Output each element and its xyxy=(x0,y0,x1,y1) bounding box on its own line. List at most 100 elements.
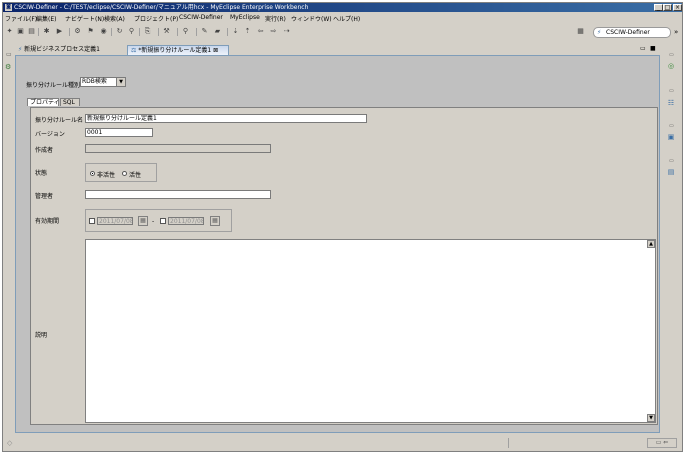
status-inactive-radio[interactable] xyxy=(90,171,95,176)
left-trim: ▭ ⚙ xyxy=(3,43,15,435)
debug-icon[interactable]: ✱ xyxy=(42,27,51,36)
rule-icon: ⚖ xyxy=(131,47,137,54)
menu-file[interactable]: ファイル(F) xyxy=(5,14,37,23)
window-title: CSCIW-Definer - C:/TEST/eclipse/CSCIW-De… xyxy=(14,4,309,11)
date-separator: - xyxy=(152,218,155,225)
properties-icon[interactable]: ▤ xyxy=(666,167,676,177)
rule-name-input[interactable]: 新規振り分けルール定義1 xyxy=(85,114,367,123)
menu-cscw-definer[interactable]: CSCIW-Definer xyxy=(179,14,223,21)
browser-icon[interactable]: ◉ xyxy=(99,27,108,36)
hierarchy-icon[interactable]: ☷ xyxy=(666,98,676,108)
deploy-icon[interactable]: ⚙ xyxy=(73,27,82,36)
right-trim: ▭ ◎ ▭ ☷ ▭ ▣ ▭ ▤ xyxy=(662,43,682,435)
save-icon[interactable]: ▣ xyxy=(16,27,25,36)
description-label: 説明 xyxy=(35,332,48,339)
admin-input[interactable] xyxy=(85,190,271,199)
scroll-up-icon[interactable]: ▲ xyxy=(647,240,655,248)
folder-icon[interactable]: ▰ xyxy=(213,27,222,36)
open-perspective-icon[interactable]: ▦ xyxy=(576,27,585,36)
open-type-icon[interactable]: ⎘ xyxy=(143,27,152,36)
progress-icon[interactable]: ▭ ⇐ xyxy=(647,438,677,448)
next-annotation-icon[interactable]: ⇣ xyxy=(231,27,240,36)
maximize-editor-button[interactable]: ■ xyxy=(650,45,656,52)
status-label: 状態 xyxy=(35,170,48,177)
link-icon[interactable]: ⚲ xyxy=(127,27,136,36)
version-label: バージョン xyxy=(35,131,65,138)
menu-window[interactable]: ウィンドウ(W) xyxy=(291,14,332,23)
properties-panel: 振り分けルール名 新規振り分けルール定義1 バージョン 0001 作成者 状態 … xyxy=(30,107,658,425)
author-label: 作成者 xyxy=(35,147,54,154)
menu-navigate[interactable]: ナビゲート(N) xyxy=(65,14,104,23)
status-icon: ◇ xyxy=(7,439,13,447)
annotation-icon[interactable]: ✎ xyxy=(200,27,209,36)
search-icon[interactable]: ⚲ xyxy=(181,27,190,36)
restore-icon[interactable]: ▭ xyxy=(669,88,674,94)
menu-help[interactable]: ヘルプ(H) xyxy=(333,14,360,23)
toolbar-separator xyxy=(158,28,159,36)
version-input[interactable]: 0001 xyxy=(85,128,153,137)
menu-search[interactable]: 検索(A) xyxy=(104,14,125,23)
date-to-input: 2011/07/08 xyxy=(168,217,204,225)
rule-editor: 振り分けルール種別 RDB検索 ▼ プロパティ SQL 振り分けルール名 新規振… xyxy=(15,55,660,433)
menu-myeclipse[interactable]: MyEclipse xyxy=(230,14,260,21)
package-explorer-icon[interactable]: ⚙ xyxy=(5,63,11,71)
status-divider xyxy=(508,438,509,448)
perspective-label: CSCIW-Definer xyxy=(606,29,650,36)
validity-label: 有効期間 xyxy=(35,218,60,225)
close-button[interactable]: × xyxy=(673,4,682,11)
admin-label: 管理者 xyxy=(35,193,54,200)
rule-name-label: 振り分けルール名 xyxy=(35,117,84,124)
title-bar: ◙ CSCIW-Definer - C:/TEST/eclipse/CSCIW-… xyxy=(3,3,682,12)
perspective-icon: ⚡ xyxy=(597,29,602,36)
status-radio-group: 非活性 活性 xyxy=(85,163,157,182)
tab-properties[interactable]: プロパティ xyxy=(27,98,60,106)
status-active-radio[interactable] xyxy=(122,171,127,176)
toolbar-separator xyxy=(196,28,197,36)
tab-sql-label: SQL xyxy=(63,99,75,106)
perspective-switcher[interactable]: ⚡ CSCIW-Definer xyxy=(593,27,671,38)
maximize-button[interactable]: □ xyxy=(663,4,672,11)
restore-icon[interactable]: ▭ xyxy=(669,123,674,129)
date-from-checkbox[interactable] xyxy=(89,218,95,224)
date-to-checkbox[interactable] xyxy=(160,218,166,224)
restore-icon[interactable]: ▭ xyxy=(6,51,12,58)
last-edit-icon[interactable]: ⇢ xyxy=(282,27,291,36)
calendar-to-icon: ▦ xyxy=(210,216,220,226)
minimize-button[interactable]: _ xyxy=(654,4,663,11)
menu-run[interactable]: 実行(R) xyxy=(265,14,286,23)
external-tools-icon[interactable]: ⚒ xyxy=(162,27,171,36)
new-icon[interactable]: ✦ xyxy=(5,27,14,36)
console-icon[interactable]: ▣ xyxy=(666,132,676,142)
scroll-down-icon[interactable]: ▼ xyxy=(647,414,655,422)
server-icon[interactable]: ⚑ xyxy=(86,27,95,36)
toolbar: ✦ ▣ ▤ ✱ ▶ ⚙ ⚑ ◉ ↻ ⚲ ⎘ ⚒ ⚲ ✎ ▰ ⇣ ⇡ ⇦ ⇨ ⇢ … xyxy=(3,25,682,39)
forward-icon[interactable]: ⇨ xyxy=(269,27,278,36)
restore-icon[interactable]: ▭ xyxy=(669,158,674,164)
toolbar-separator xyxy=(227,28,228,36)
restore-icon[interactable]: ▭ xyxy=(669,52,674,58)
menu-project[interactable]: プロジェクト(P) xyxy=(134,14,178,23)
validity-period-group: 2011/07/08 ▦ - 2011/07/08 ▦ xyxy=(85,209,232,232)
status-active-label: 活性 xyxy=(129,172,142,179)
tab-label: 新規ビジネスプロセス定義1 xyxy=(24,46,100,53)
tab-routing-rule[interactable]: ⚖ *新規振り分けルール定義1 ⊠ xyxy=(127,45,229,55)
minimize-editor-button[interactable]: ▭ xyxy=(640,45,646,52)
calendar-from-icon: ▦ xyxy=(138,216,148,226)
rule-type-select[interactable]: RDB検索 ▼ xyxy=(80,77,126,87)
process-icon: ⚡ xyxy=(18,46,23,53)
back-icon[interactable]: ⇦ xyxy=(256,27,265,36)
tab-sql[interactable]: SQL xyxy=(60,98,80,106)
prev-annotation-icon[interactable]: ⇡ xyxy=(243,27,252,36)
refresh-icon[interactable]: ↻ xyxy=(115,27,124,36)
tab-label: *新規振り分けルール定義1 xyxy=(138,47,212,54)
toolbar-separator xyxy=(111,28,112,36)
run-icon[interactable]: ▶ xyxy=(55,27,64,36)
menu-edit[interactable]: 編集(E) xyxy=(36,14,56,23)
editor-tabs: ⚡ 新規ビジネスプロセス定義1 ⚖ *新規振り分けルール定義1 ⊠ ▭ ■ xyxy=(15,45,660,55)
outline-icon[interactable]: ◎ xyxy=(666,61,676,71)
print-icon[interactable]: ▤ xyxy=(27,27,36,36)
description-textarea[interactable]: ▲ ▼ xyxy=(85,239,656,423)
tab-business-process[interactable]: ⚡ 新規ビジネスプロセス定義1 xyxy=(15,45,115,55)
close-tab-icon[interactable]: ⊠ xyxy=(213,47,218,54)
perspective-more-button[interactable]: » xyxy=(674,28,678,36)
